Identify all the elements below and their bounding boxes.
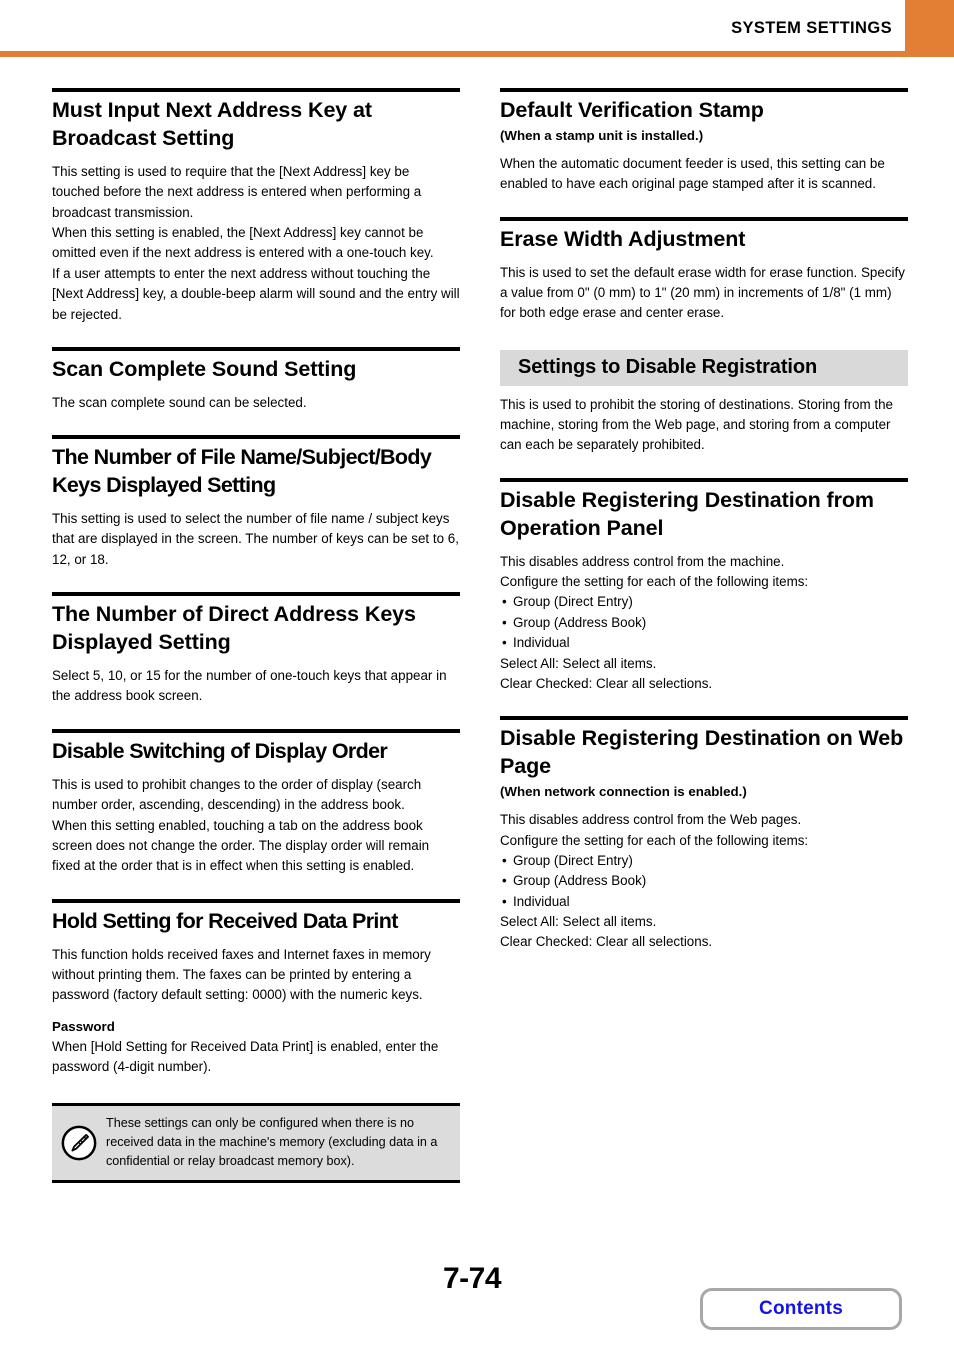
section-heading: Hold Setting for Received Data Print (52, 908, 398, 933)
section-rule (52, 728, 460, 733)
section-body: This is used to set the default erase wi… (500, 264, 905, 321)
section-rule (500, 216, 908, 221)
header-accent-block (905, 0, 954, 51)
banner-title: Settings to Disable Registration (518, 355, 818, 378)
list-item: Group (Direct Entry) (500, 851, 908, 872)
contents-button-label: Contents (759, 1298, 843, 1319)
section-heading: Erase Width Adjustment (500, 226, 746, 251)
password-label: Password (52, 1018, 115, 1034)
section-subheading: (When a stamp unit is installed.) (500, 127, 704, 143)
page-header: SYSTEM SETTINGS (0, 0, 954, 57)
list-item: Individual (500, 633, 908, 654)
contents-button[interactable]: Contents (700, 1288, 902, 1330)
section-body: This disables address control from the W… (500, 812, 809, 848)
select-all-line: Select All: Select all items. (500, 655, 657, 671)
note-text: These settings can only be configured wh… (106, 1116, 438, 1169)
clear-checked-line: Clear Checked: Clear all selections. (500, 675, 713, 691)
section-heading: Scan Complete Sound Setting (52, 356, 357, 381)
section-rule (52, 898, 460, 903)
list-item: Group (Direct Entry) (500, 592, 908, 613)
section-rule (500, 716, 908, 721)
section-body: This disables address control from the m… (500, 553, 809, 590)
section-body: This setting is used to select the numbe… (52, 511, 459, 567)
left-column: Must Input Next Address Key at Broadcast… (52, 88, 460, 1184)
section-rule (52, 346, 460, 351)
list-item: Group (Address Book) (500, 871, 908, 892)
section-disable-registering-from-operation-panel: Disable Registering Destination from Ope… (500, 477, 908, 695)
list-item: Group (Address Book) (500, 613, 908, 634)
select-all-line: Select All: Select all items. (500, 914, 657, 929)
section-rule (52, 435, 460, 440)
password-body: When [Hold Setting for Received Data Pri… (52, 1038, 439, 1074)
pencil-note-icon (61, 1125, 97, 1161)
section-disable-registering-on-web-page: Disable Registering Destination on Web P… (500, 716, 908, 952)
section-heading: Disable Registering Destination on Web P… (500, 726, 904, 779)
clear-checked-line: Clear Checked: Clear all selections. (500, 934, 713, 950)
right-column: Default Verification Stamp (When a stamp… (500, 88, 908, 953)
section-rule (52, 88, 460, 92)
settings-to-disable-registration-banner: Settings to Disable Registration (500, 349, 908, 386)
section-body: The scan complete sound can be selected. (52, 394, 307, 410)
list-item: Individual (500, 892, 908, 913)
section-default-verification-stamp: Default Verification Stamp (When a stamp… (500, 88, 908, 195)
section-subheading: (When network connection is enabled.) (500, 784, 747, 800)
header-accent-rule (0, 51, 954, 57)
section-heading: Disable Switching of Display Order (52, 738, 388, 763)
section-scan-complete-sound: Scan Complete Sound Setting The scan com… (52, 346, 460, 413)
section-heading: The Number of File Name/Subject/Body Key… (52, 445, 432, 498)
section-heading: Disable Registering Destination from Ope… (500, 487, 874, 540)
section-disable-switching-display-order: Disable Switching of Display Order This … (52, 728, 460, 877)
section-body: When the automatic document feeder is us… (500, 155, 885, 192)
page-title: SYSTEM SETTINGS (731, 19, 892, 37)
section-number-of-file-name-keys: The Number of File Name/Subject/Body Key… (52, 435, 460, 570)
page-footer: 7-74 Contents (0, 1262, 954, 1350)
items-list: Group (Direct Entry) Group (Address Book… (500, 592, 908, 654)
section-heading: Must Input Next Address Key at Broadcast… (52, 98, 372, 150)
section-hold-setting-received-data-print: Hold Setting for Received Data Print Thi… (52, 898, 460, 1078)
section-rule (500, 88, 908, 92)
section-body: This function holds received faxes and I… (52, 946, 431, 1003)
section-number-of-direct-address-keys: The Number of Direct Address Keys Displa… (52, 592, 460, 707)
section-must-input-next-address: Must Input Next Address Key at Broadcast… (52, 88, 460, 325)
banner-body: This is used to prohibit the storing of … (500, 396, 893, 453)
section-erase-width-adjustment: Erase Width Adjustment This is used to s… (500, 216, 908, 324)
section-body: This is used to prohibit changes to the … (52, 776, 430, 874)
section-heading: Default Verification Stamp (500, 98, 764, 122)
section-body: This setting is used to require that the… (52, 163, 460, 322)
section-rule (52, 592, 460, 597)
items-list: Group (Direct Entry) Group (Address Book… (500, 851, 908, 913)
section-rule (500, 477, 908, 482)
note-box: These settings can only be configured wh… (52, 1103, 460, 1184)
page-number: 7-74 (443, 1262, 502, 1295)
section-heading: The Number of Direct Address Keys Displa… (52, 602, 416, 655)
section-body: Select 5, 10, or 15 for the number of on… (52, 668, 447, 704)
